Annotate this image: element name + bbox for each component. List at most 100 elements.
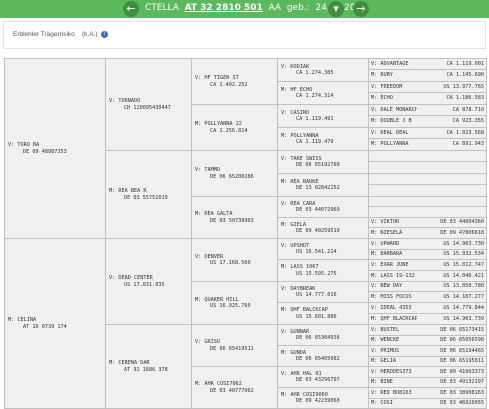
ancestor-row: M: GELIA DE 06 65195011 (371, 358, 484, 365)
ancestor-cell-gen4[interactable]: M: QHF BALCKCAP US 15.601.886 (277, 302, 369, 325)
ancestor-id: DE 13 02842152 (296, 185, 340, 191)
ancestor-cell-gen3[interactable]: M: AHR COSI7062 DE 03 40777062 (191, 366, 278, 409)
ancestor-cell-gen5[interactable]: V: REAL DEAL CA 1.023.568 (368, 127, 487, 139)
ancestor-cell-gen5[interactable]: V: UPWARD US 14.963.730 (368, 238, 487, 250)
ancestor-cell-gen5[interactable]: M: MISS FOCUS US 14.107.277 (368, 291, 487, 303)
ancestor-id: US 14.963.730 (443, 240, 484, 247)
pedigree-table: V: TORO BA DE 09 48987353 V: TORNADO CH 120… (4, 58, 487, 409)
ancestor-name: V: PRIMUS (371, 347, 400, 354)
ancestor-cell-gen4[interactable]: M: REA BAUKE DE 13 02842152 (277, 173, 369, 197)
ancestor-id: CA 878.710 (452, 106, 484, 113)
ancestor-cell-gen5[interactable] (368, 196, 487, 207)
ancestor-id: DE 09 42239060 (296, 398, 340, 404)
ancestor-cell-gen5[interactable]: V: VIKTOR DE 03 44004360 (368, 217, 487, 228)
ancestor-row: M: QHF BLACKCAP US 14.963.739 (371, 316, 484, 323)
ancestor-cell-gen4[interactable]: V: GUNNAR DE 06 65304936 (277, 324, 369, 346)
ancestor-cell-gen2[interactable]: V: DEAD CENTER US 17.831.035 (105, 238, 192, 325)
ancestor-cell-gen1[interactable]: V: TORO BA DE 09 48987353 (4, 58, 106, 239)
ancestor-id: DE 03 40777062 (210, 387, 254, 394)
ancestor-cell-gen5[interactable] (368, 173, 487, 185)
ancestor-id: AT 92 1686 378 (124, 366, 168, 373)
ancestor-id: DE 09 48987353 (23, 148, 67, 155)
ancestor-cell-gen5[interactable]: V: EXAR JUNE US 15.012.747 (368, 259, 487, 271)
carrier-risk-value: (k.A.) (82, 31, 98, 39)
ancestor-cell-gen5[interactable]: M: DOUBLE J B CA 923.355 (368, 115, 487, 128)
ancestor-name: V: REAL DEAL (371, 129, 409, 136)
ancestor-cell-gen5[interactable]: M: LASS 19-132 US 14.046.421 (368, 270, 487, 282)
arrow-right-icon[interactable]: → (353, 1, 369, 17)
ancestor-cell-gen4[interactable]: V: KODIAK CA 1.274.305 (277, 58, 369, 82)
ancestor-row: M: ECHO CA 1.186.583 (371, 95, 484, 102)
ancestor-id: DE 03 44072969 (296, 207, 340, 213)
ancestor-id: DE 03 49132197 (440, 379, 484, 386)
animal-id-link[interactable]: AT 32 2810 501 (185, 3, 263, 13)
ancestor-name: M: BINE (371, 379, 393, 386)
ancestor-name: M: POLLYANNA (371, 141, 409, 148)
ancestor-cell-gen5[interactable]: M: ECHO CA 1.186.583 (368, 92, 487, 105)
arrow-left-icon[interactable]: ← (123, 1, 139, 17)
ancestor-cell-gen5[interactable]: M: POLLYANNA CA 891.943 (368, 138, 487, 151)
ancestor-cell-gen5[interactable]: V: HERODES373 DE 09 41003373 (368, 366, 487, 378)
ancestor-cell-gen5[interactable]: M: COSI DE 03 46920055 (368, 398, 487, 409)
ancestor-cell-gen4[interactable]: V: UPSHOT US 16.541.214 (277, 238, 369, 260)
ancestor-cell-gen5[interactable]: M: QHF BLACKCAP US 14.963.739 (368, 313, 487, 325)
ancestor-id: CA 1.119.491 (296, 116, 334, 122)
ancestor-cell-gen2[interactable]: V: TORNADO CH 120095430447 (105, 58, 192, 151)
ancestor-id: US 15.601.886 (296, 313, 337, 320)
ancestor-name: M: DOUBLE J B (371, 118, 412, 125)
ancestor-cell-gen5[interactable]: V: IDEAL 4355 US 14.779.844 (368, 302, 487, 314)
ancestor-cell-gen4[interactable]: V: AHR HAL 01 DE 03 43296797 (277, 366, 369, 388)
ancestor-id: CA 1.119.479 (296, 139, 334, 145)
ancestor-id: CA 1.256.814 (210, 127, 248, 134)
ancestor-cell-gen4[interactable]: V: TAKE SWISS DE 06 65192760 (277, 150, 369, 174)
ancestor-cell-gen3[interactable]: V: DENVER US 17.168.560 (191, 238, 278, 282)
ancestor-cell-gen5[interactable]: V: BUSTEL DE 06 65173415 (368, 324, 487, 336)
ancestor-cell-gen3[interactable]: M: POLLYANNA 22 CA 1.256.814 (191, 104, 278, 151)
ancestor-cell-gen5[interactable] (368, 206, 487, 218)
ancestor-cell-gen4[interactable]: V: DAYBREAK US 14.777.016 (277, 281, 369, 303)
ancestor-cell-gen5[interactable] (368, 161, 487, 174)
ancestor-cell-gen5[interactable]: M: GELIA DE 06 65195011 (368, 356, 487, 367)
ancestor-cell-gen5[interactable]: M: WENCKE DE 06 65056598 (368, 335, 487, 346)
chevron-down-icon[interactable]: ▾ (328, 1, 344, 17)
ancestor-cell-gen1[interactable]: M: CELINA AT 16 0739 174 (4, 238, 106, 409)
ancestor-cell-gen4[interactable]: V: CASINO CA 1.119.491 (277, 104, 369, 128)
ancestor-cell-gen4[interactable]: V: REA CARA DE 03 44072969 (277, 196, 369, 218)
ancestor-id: US 14.107.277 (443, 293, 484, 300)
ancestor-name: V: EXAR JUNE (371, 261, 409, 268)
ancestor-id: US 14.963.739 (443, 315, 484, 322)
ancestor-cell-gen2[interactable]: M: CERENA DAR AT 92 1686 378 (105, 324, 192, 409)
ancestor-cell-gen3[interactable]: M: REA GALTA DE 03 50738903 (191, 196, 278, 239)
ancestor-cell-gen3[interactable]: V: TAMMO DE 06 65200286 (191, 150, 278, 197)
ancestor-cell-gen5[interactable]: V: RED BO8163 DE 03 38908163 (368, 387, 487, 399)
ancestor-cell-gen2[interactable]: M: REA BEA R DE 03 55751019 (105, 150, 192, 239)
ancestor-id: US 13.977.765 (443, 83, 484, 90)
ancestor-id: DE 09 41003373 (440, 368, 484, 375)
ancestor-cell-gen5[interactable]: V: PRIMUS DE 06 65194465 (368, 345, 487, 357)
ancestor-cell-gen5[interactable]: M: NIESELA DE 09 47806618 (368, 227, 487, 239)
ancestor-cell-gen4[interactable]: M: HF ECHO CA 1.274.314 (277, 81, 369, 105)
ancestor-cell-gen5[interactable]: V: DALE MONARCH CA 878.710 (368, 104, 487, 116)
ancestor-cell-gen4[interactable]: M: POLLYANNA CA 1.119.479 (277, 127, 369, 151)
ancestor-cell-gen4[interactable]: M: LASS 1067 US 15.595.275 (277, 259, 369, 282)
ancestor-cell-gen5[interactable]: V: NEW DAY US 13.050.780 (368, 281, 487, 292)
ancestor-cell-gen5[interactable]: M: RUBY CA 1.145.690 (368, 69, 487, 82)
ancestor-id: CA 891.943 (452, 141, 484, 148)
ancestor-cell-gen5[interactable] (368, 184, 487, 197)
info-icon[interactable]: i (101, 31, 109, 38)
ancestor-cell-gen5[interactable]: V: ADVANTAGE CA 1.119.001 (368, 58, 487, 70)
ancestor-cell-gen5[interactable]: M: BINE DE 03 49132197 (368, 377, 487, 388)
ancestor-cell-gen3[interactable]: M: QUAKER HILL US 16.925.760 (191, 281, 278, 325)
ancestor-cell-gen5[interactable]: M: BARBARA US 15.932.534 (368, 249, 487, 260)
ancestor-cell-gen5[interactable]: V: FREEDOM US 13.977.765 (368, 81, 487, 93)
ancestor-row: M: WENCKE DE 06 65056598 (371, 337, 484, 344)
ancestor-cell-gen3[interactable]: V: HF TIGER ST CA 1.402.252 (191, 58, 278, 105)
ancestor-id: DE 03 55751019 (124, 194, 168, 201)
ancestor-id: DE 03 50738903 (210, 217, 254, 224)
ancestor-cell-gen4[interactable]: M: GUNDA DE 06 65405082 (277, 345, 369, 367)
ancestor-cell-gen5[interactable] (368, 150, 487, 162)
pedigree-row: V: TORO BA DE 09 48987353 V: TORNADO CH 120… (4, 58, 487, 239)
ancestor-cell-gen3[interactable]: V: GRISU DE 06 65419511 (191, 324, 278, 367)
ancestor-cell-gen4[interactable]: M: AHR COSI9060 DE 09 42239060 (277, 387, 369, 409)
ancestor-cell-gen4[interactable]: M: GIELA DE 09 40259510 (277, 217, 369, 239)
